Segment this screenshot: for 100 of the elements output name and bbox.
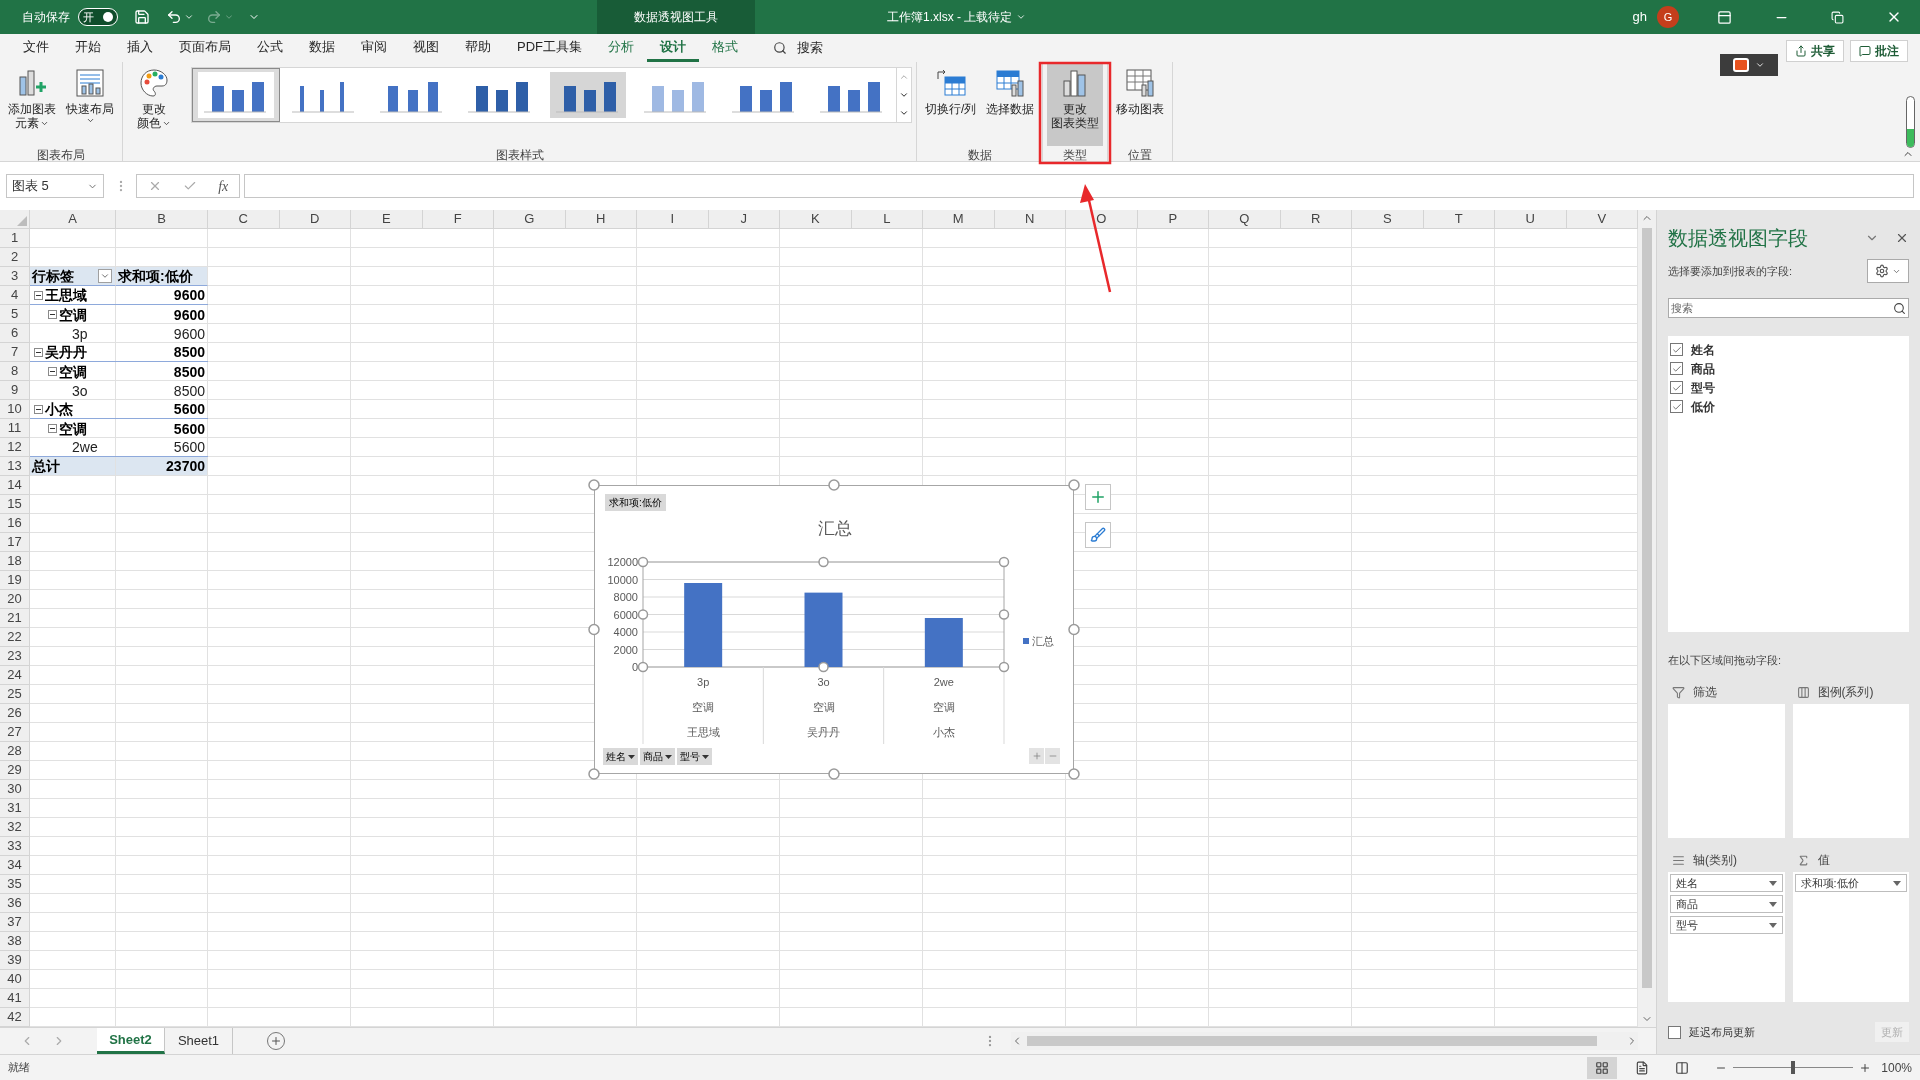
row-header[interactable]: 11 — [0, 419, 30, 438]
row-header[interactable]: 9 — [0, 381, 30, 400]
row-header[interactable]: 20 — [0, 590, 30, 609]
field-chip[interactable]: 求和项:低价 — [1794, 874, 1907, 892]
row-header[interactable]: 41 — [0, 989, 30, 1008]
row-header[interactable]: 8 — [0, 362, 30, 381]
row-header[interactable]: 22 — [0, 628, 30, 647]
comments-button[interactable]: 批注 — [1850, 40, 1908, 62]
column-header[interactable]: P — [1137, 210, 1209, 229]
column-header[interactable]: A — [30, 210, 116, 229]
row-header[interactable]: 12 — [0, 438, 30, 457]
row-header[interactable]: 31 — [0, 799, 30, 818]
field-chip[interactable]: 型号 — [1670, 916, 1783, 934]
row-header[interactable]: 3 — [0, 267, 30, 286]
row-header[interactable]: 32 — [0, 818, 30, 837]
field-chip[interactable]: 姓名 — [1670, 874, 1783, 892]
column-header[interactable]: S — [1352, 210, 1424, 229]
column-header[interactable]: R — [1280, 210, 1352, 229]
row-header[interactable]: 18 — [0, 552, 30, 571]
autosave-toggle[interactable]: 开 — [78, 8, 118, 26]
column-header[interactable]: D — [279, 210, 351, 229]
row-header[interactable]: 1 — [0, 229, 30, 248]
ribbon-tab[interactable]: 分析 — [595, 34, 647, 62]
row-header[interactable]: 28 — [0, 742, 30, 761]
ribbon-tab[interactable]: 帮助 — [452, 34, 504, 62]
row-header[interactable]: 36 — [0, 894, 30, 913]
ribbon-button[interactable]: 快速布局 — [62, 64, 118, 146]
share-button[interactable]: 共享 — [1786, 40, 1844, 62]
sheet-tab[interactable]: Sheet2 — [97, 1028, 165, 1054]
row-header[interactable]: 2 — [0, 248, 30, 267]
column-header[interactable]: C — [208, 210, 280, 229]
column-header[interactable]: E — [351, 210, 423, 229]
column-header[interactable]: L — [851, 210, 923, 229]
row-header[interactable]: 29 — [0, 761, 30, 780]
row-header[interactable]: 17 — [0, 533, 30, 552]
row-header[interactable]: 13 — [0, 457, 30, 476]
row-header[interactable]: 34 — [0, 856, 30, 875]
row-header[interactable]: 14 — [0, 476, 30, 495]
field-label[interactable]: 型号 — [1691, 378, 1715, 397]
ribbon-tab[interactable]: PDF工具集 — [504, 34, 595, 62]
row-header[interactable]: 23 — [0, 647, 30, 666]
column-header[interactable]: J — [708, 210, 780, 229]
row-header[interactable]: 27 — [0, 723, 30, 742]
field-button[interactable]: 求和项:低价 — [605, 494, 666, 511]
field-label[interactable]: 商品 — [1691, 359, 1715, 378]
row-header[interactable]: 33 — [0, 837, 30, 856]
ribbon-tab[interactable]: 插入 — [114, 34, 166, 62]
column-header[interactable]: K — [780, 210, 852, 229]
chart-area[interactable]: 0 2000 4000 6000 8000 10000 12000 3p 3o 2we 空调 空调 空调 王思域 吴丹丹 小杰 汇总 求和项:低价 汇总 姓名 商品 型号 — [594, 485, 1074, 774]
row-header[interactable]: 38 — [0, 932, 30, 951]
row-header[interactable]: 6 — [0, 324, 30, 343]
ribbon-tab[interactable]: 文件 — [10, 34, 62, 62]
column-header[interactable]: Q — [1209, 210, 1281, 229]
row-header[interactable]: 16 — [0, 514, 30, 533]
ribbon-tab[interactable]: 数据 — [296, 34, 348, 62]
ribbon-tab[interactable]: 页面布局 — [166, 34, 244, 62]
row-header[interactable]: 24 — [0, 666, 30, 685]
row-header[interactable]: 4 — [0, 286, 30, 305]
row-header[interactable]: 7 — [0, 343, 30, 362]
row-header[interactable]: 37 — [0, 913, 30, 932]
row-header[interactable]: 42 — [0, 1008, 30, 1027]
search-input[interactable]: 搜索 — [1671, 299, 1893, 317]
column-header[interactable]: V — [1566, 210, 1638, 229]
ribbon-button[interactable]: 添加图表 元素 — [4, 64, 60, 146]
document-title[interactable]: 工作簿1.xlsx - 上载待定 — [887, 8, 1013, 26]
search-label[interactable]: 搜索 — [797, 38, 823, 58]
row-header[interactable]: 26 — [0, 704, 30, 723]
field-filter-button[interactable]: 商品 — [640, 748, 675, 765]
row-header[interactable]: 21 — [0, 609, 30, 628]
column-header[interactable]: F — [422, 210, 494, 229]
field-label[interactable]: 姓名 — [1691, 340, 1715, 359]
row-header[interactable]: 39 — [0, 951, 30, 970]
field-filter-button[interactable]: 姓名 — [603, 748, 638, 765]
ribbon-button[interactable]: 切换行/列 — [921, 64, 981, 146]
field-chip[interactable]: 商品 — [1670, 895, 1783, 913]
column-header[interactable]: G — [494, 210, 566, 229]
row-header[interactable]: 30 — [0, 780, 30, 799]
ribbon-tab[interactable]: 审阅 — [348, 34, 400, 62]
ribbon-tab[interactable]: 格式 — [699, 34, 751, 62]
search-field[interactable]: 搜索 — [1668, 298, 1909, 318]
row-header[interactable]: 19 — [0, 571, 30, 590]
column-header[interactable]: T — [1423, 210, 1495, 229]
column-header[interactable]: H — [565, 210, 637, 229]
ribbon-button[interactable]: 移动图表 — [1112, 64, 1169, 146]
ribbon-button[interactable]: 更改 颜色 — [127, 64, 181, 146]
column-header[interactable]: M — [923, 210, 995, 229]
field-label[interactable]: 低价 — [1691, 397, 1715, 416]
column-header[interactable]: U — [1495, 210, 1567, 229]
drop-area[interactable]: 姓名 商品 型号 — [1668, 872, 1785, 1002]
ribbon-tab[interactable]: 视图 — [400, 34, 452, 62]
field-filter-button[interactable]: 型号 — [677, 748, 712, 765]
ribbon-button[interactable]: 更改 图表类型 — [1047, 64, 1104, 146]
row-header[interactable]: 25 — [0, 685, 30, 704]
row-header[interactable]: 40 — [0, 970, 30, 989]
column-header[interactable]: I — [637, 210, 709, 229]
ribbon-tab[interactable]: 开始 — [62, 34, 114, 62]
row-header[interactable]: 10 — [0, 400, 30, 419]
drop-area[interactable]: 求和项:低价 — [1792, 872, 1909, 1002]
insert-function-button[interactable]: fx — [218, 175, 229, 197]
name-box[interactable]: 图表 5 — [6, 174, 104, 198]
